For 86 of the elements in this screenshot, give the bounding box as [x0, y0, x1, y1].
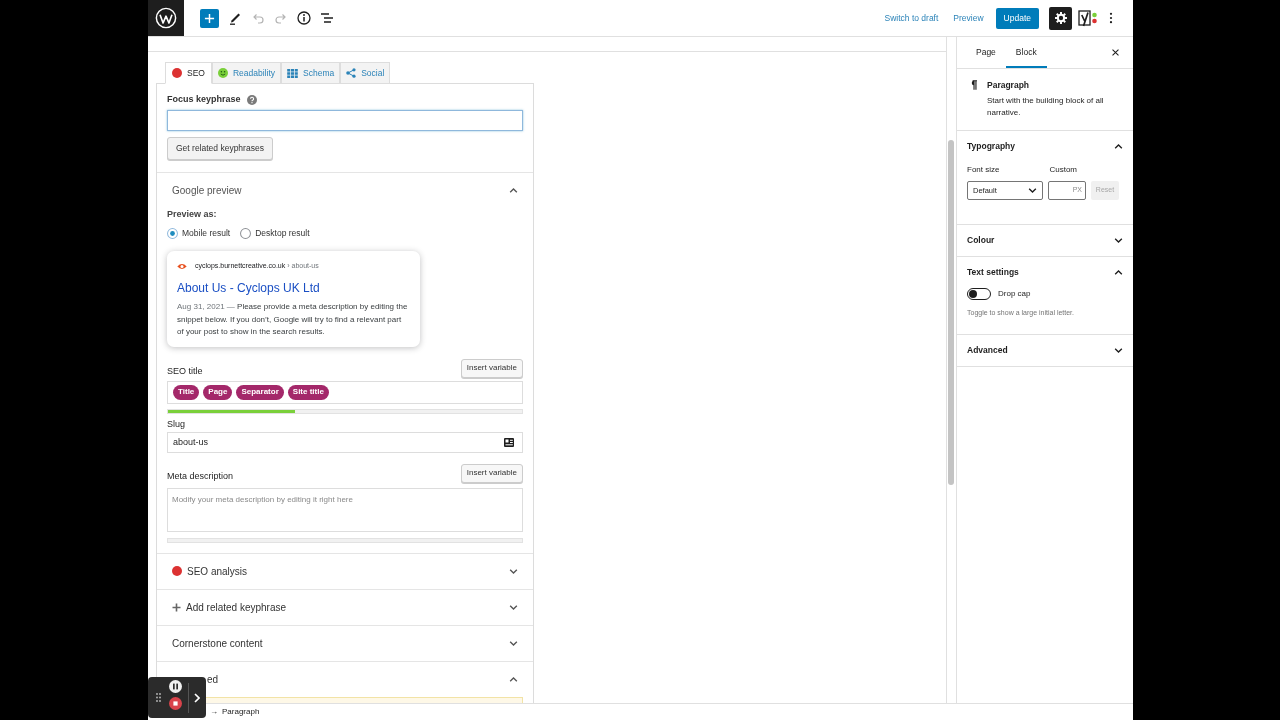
field-label: Focus keyphrase	[167, 93, 241, 107]
panel-header[interactable]: Typography	[957, 131, 1133, 162]
chevron-down-icon	[509, 640, 518, 646]
section-header[interactable]: Google preview	[157, 173, 533, 208]
chevron-up-icon	[509, 676, 518, 682]
seo-title-field[interactable]: Title Page Separator Site title	[167, 380, 523, 404]
chevron-down-icon	[509, 568, 518, 574]
tab[interactable]: Readability	[211, 62, 281, 84]
field-label: Preview as:	[167, 208, 217, 222]
chevron-up-icon	[1114, 270, 1123, 275]
variable-tag[interactable]: Page	[203, 384, 233, 400]
stop-icon[interactable]	[169, 697, 182, 710]
settings-icon	[1054, 12, 1067, 24]
more-menu-icon[interactable]	[1109, 12, 1113, 24]
insert-variable-button[interactable]: Insert variable	[460, 358, 523, 378]
field-label: SEO title	[167, 364, 203, 378]
update-button[interactable]: Update	[995, 7, 1039, 29]
switch-to-draft-button[interactable]: Switch to draft	[884, 11, 939, 25]
plus-icon	[204, 12, 215, 24]
panel-header[interactable]: Colour	[957, 225, 1133, 256]
card-icon[interactable]	[504, 437, 514, 447]
field-label: Slug	[167, 417, 185, 431]
list-view-icon[interactable]	[320, 11, 334, 25]
block-name: Paragraph	[987, 79, 1030, 91]
chevron-down-icon	[509, 604, 518, 610]
meta-description-field[interactable]: Modify your meta description by editing it right here	[167, 487, 523, 532]
section-title: ed	[207, 672, 220, 687]
panel-header[interactable]: Text settings	[957, 257, 1133, 288]
chevron-down-icon	[1114, 348, 1123, 353]
radio-label: Mobile result	[182, 226, 231, 240]
share-icon	[346, 68, 357, 78]
logo-icon	[155, 7, 177, 29]
toggle-label: Drop cap	[998, 288, 1031, 300]
paragraph-icon	[970, 80, 977, 90]
keyphrase-field[interactable]	[167, 110, 523, 131]
block-description: Start with the building block of all narrative.	[987, 95, 1105, 118]
add-block-button[interactable]	[200, 8, 219, 28]
radio-label: Desktop result	[255, 226, 310, 240]
variable-tag[interactable]: Separator	[236, 384, 284, 400]
info-icon[interactable]	[297, 11, 311, 25]
pen-icon[interactable]	[228, 11, 242, 25]
section-header[interactable]: ed	[207, 661, 518, 697]
tab[interactable]: Schema	[281, 62, 341, 84]
chevron-up-icon	[1114, 144, 1123, 149]
insert-variable-button[interactable]: Insert variable	[460, 463, 523, 483]
slug-field[interactable]: about-us	[167, 431, 523, 453]
sidebar-tab[interactable]: Page	[966, 37, 1006, 68]
section-title: Cornerstone content	[172, 636, 264, 651]
result-snippet: Aug 31, 2021 — Please provide a meta description by editing the snippet below. If you don’t, Google will try to find a relevant part of your post to show in the search results.	[177, 301, 409, 338]
chevron-right-icon[interactable]	[194, 692, 200, 703]
toggle-switch[interactable]	[967, 288, 991, 300]
help-icon[interactable]	[246, 95, 257, 105]
sidebar-tab[interactable]: Block	[1005, 37, 1047, 68]
field-label: Font size	[967, 164, 1000, 176]
tab[interactable]: Social	[340, 62, 391, 84]
section-header[interactable]: SEO analysis	[172, 553, 518, 589]
section-title: SEO analysis	[187, 564, 249, 579]
variable-tag[interactable]: Title	[173, 384, 200, 400]
breadcrumb-separator: →	[210, 706, 218, 718]
chevron-down-icon	[1028, 188, 1037, 193]
pause-icon[interactable]	[169, 680, 182, 693]
result-title-link[interactable]: About Us - Cyclops UK Ltd	[177, 279, 320, 297]
plugin-logo-icon[interactable]	[1078, 9, 1098, 27]
preview-button[interactable]: Preview	[953, 11, 984, 25]
section-header[interactable]: Cornerstone content	[172, 625, 518, 661]
plus-icon	[172, 602, 181, 612]
field-label: Custom	[1049, 164, 1077, 176]
panel-header[interactable]: Advanced	[957, 335, 1133, 366]
variable-tag[interactable]: Site title	[287, 384, 329, 400]
field-label: Meta description	[167, 469, 234, 483]
section-title: Add related keyphrase	[186, 600, 288, 615]
settings-button[interactable]	[1049, 6, 1072, 30]
breadcrumb-link[interactable]: Paragraph	[222, 706, 260, 718]
scrollbar-thumb[interactable]	[948, 140, 954, 485]
chevron-up-icon	[509, 188, 518, 193]
close-icon[interactable]	[1112, 49, 1119, 56]
radio-button[interactable]	[240, 227, 252, 239]
radio-button[interactable]	[167, 227, 178, 239]
grid-icon	[287, 68, 298, 78]
eye-icon	[177, 262, 187, 270]
tab[interactable]: SEO	[165, 62, 212, 84]
logo-button[interactable]	[148, 0, 184, 36]
chevron-down-icon	[1114, 238, 1123, 243]
grip-icon[interactable]	[156, 693, 161, 702]
get-related-keyphrases-button[interactable]: Get related keyphrases	[167, 137, 273, 160]
section-header[interactable]: Add related keyphrase	[172, 589, 518, 625]
